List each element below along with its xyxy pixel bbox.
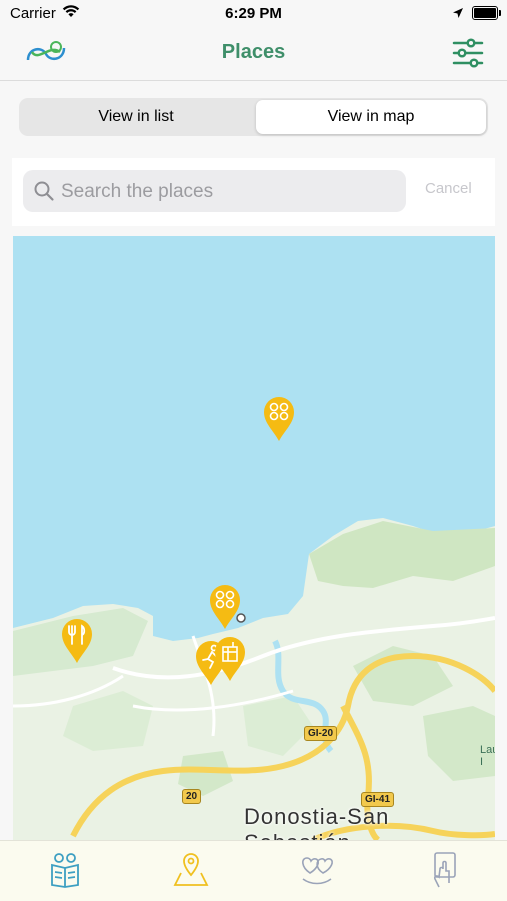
clock-time: 6:29 PM <box>225 5 282 22</box>
building-icon <box>215 637 245 681</box>
road-label-20: 20 <box>182 789 202 804</box>
reading-book-icon <box>51 853 79 888</box>
road-label-gi-20: GI-20 <box>304 726 338 741</box>
hearts-icon <box>302 857 333 885</box>
view-mode-switch: View in list View in map <box>19 98 488 136</box>
location-arrow-icon <box>452 6 464 23</box>
hand-touch-icon <box>434 852 456 888</box>
map-pin-group[interactable] <box>209 584 241 635</box>
map-base-layer <box>13 518 495 840</box>
city-label: Donostia-San Sebastián <box>244 804 389 840</box>
search-field[interactable] <box>23 170 406 212</box>
tab-places[interactable] <box>171 849 211 889</box>
view-in-list-tab[interactable]: View in list <box>21 100 251 134</box>
status-bar: Carrier 6:29 PM <box>0 0 507 28</box>
search-input[interactable] <box>59 176 403 208</box>
city-label-line-2: Sebastián <box>244 830 389 840</box>
map-edge-label-line-2: I <box>480 756 484 768</box>
people-group-icon <box>210 585 240 629</box>
navigation-bar: Places <box>0 28 507 81</box>
map-pin-icon <box>173 853 209 886</box>
view-in-map-tab[interactable]: View in map <box>256 100 486 134</box>
search-icon <box>33 180 55 207</box>
fork-knife-icon <box>62 619 92 663</box>
tab-bar <box>0 840 507 901</box>
map-pin-group[interactable] <box>263 396 295 447</box>
road-label-gi-41: GI-41 <box>361 792 395 807</box>
map-edge-label-line-1: Lau <box>480 744 495 756</box>
map-pin-restaurant[interactable] <box>61 618 93 669</box>
map-view[interactable]: Donostia-San Sebastián GI-20 20 GI-41 La… <box>13 236 495 840</box>
battery-icon <box>472 6 501 20</box>
tab-reading[interactable] <box>45 849 85 889</box>
page-title: Places <box>221 41 286 63</box>
cancel-button[interactable]: Cancel <box>425 180 472 197</box>
people-group-icon <box>264 397 294 441</box>
city-label-line-1: Donostia-San <box>244 804 390 829</box>
tab-favorites[interactable] <box>297 849 337 889</box>
tab-touch[interactable] <box>423 849 463 889</box>
map-pin-building[interactable] <box>214 636 246 687</box>
map-edge-label: Lau I <box>480 744 495 768</box>
search-bar: Cancel <box>12 158 495 226</box>
sliders-icon[interactable] <box>451 38 485 73</box>
